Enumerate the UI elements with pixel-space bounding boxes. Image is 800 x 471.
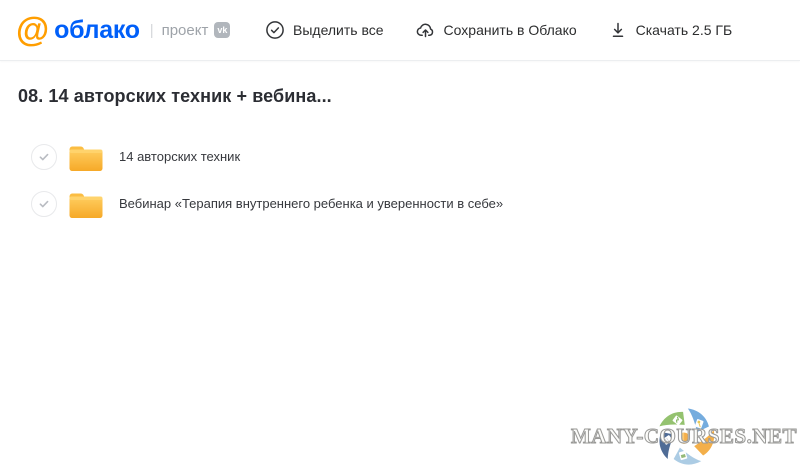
mailru-at-icon: @	[16, 13, 49, 47]
page-title: 08. 14 авторских техник + вебина...	[18, 86, 332, 107]
file-name: 14 авторских техник	[119, 149, 240, 164]
vk-logo-icon: vk	[214, 22, 230, 38]
project-label: проект	[162, 22, 209, 39]
download-icon	[608, 20, 628, 40]
download-label: Скачать 2.5 ГБ	[636, 22, 733, 38]
file-name: Вебинар «Терапия внутреннего ребенка и у…	[119, 196, 503, 211]
cloud-logo[interactable]: @ облако | проект vk	[16, 13, 230, 47]
file-row-folder-2[interactable]: Вебинар «Терапия внутреннего ребенка и у…	[31, 180, 731, 227]
header-actions: Выделить все Сохранить в Облако Скач	[263, 0, 734, 60]
logo-divider: |	[150, 22, 154, 39]
folder-icon	[68, 189, 104, 219]
file-row-folder-1[interactable]: 14 авторских техник	[31, 133, 731, 180]
select-all-label: Выделить все	[293, 22, 384, 38]
select-all-button[interactable]: Выделить все	[263, 14, 386, 46]
download-button[interactable]: Скачать 2.5 ГБ	[606, 14, 735, 46]
watermark-text: MANY-COURSES.NET	[570, 424, 798, 449]
file-list: 14 авторских техник Вебинар «Терапия вну…	[31, 133, 731, 227]
brand-name: облако	[54, 18, 140, 43]
cloud-upload-icon	[415, 20, 436, 40]
globe-logo-icon	[655, 406, 717, 468]
watermark: MANY-COURSES.NET	[570, 403, 798, 471]
row-checkbox[interactable]	[31, 144, 57, 170]
circle-check-icon	[265, 20, 285, 40]
save-to-cloud-button[interactable]: Сохранить в Облако	[413, 14, 579, 46]
folder-icon	[68, 142, 104, 172]
row-checkbox[interactable]	[31, 191, 57, 217]
save-to-cloud-label: Сохранить в Облако	[444, 22, 577, 38]
header: @ облако | проект vk Выделить все	[0, 0, 800, 61]
